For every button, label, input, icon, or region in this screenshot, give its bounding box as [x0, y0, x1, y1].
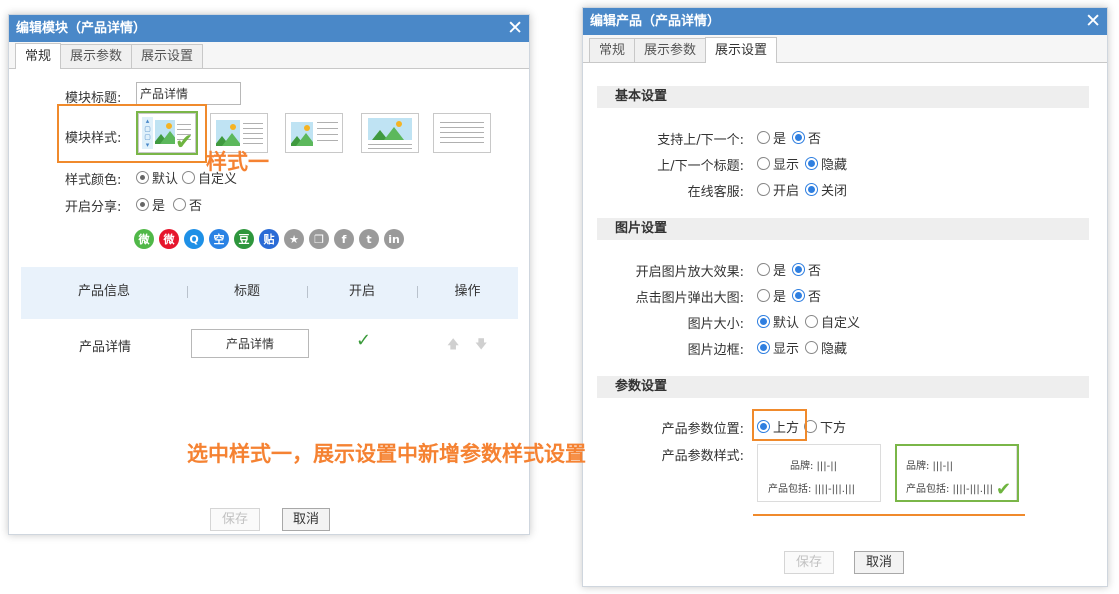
save-button[interactable]: 保存 [784, 551, 834, 574]
save-button[interactable]: 保存 [210, 508, 260, 531]
col-enabled: 开启 [348, 284, 375, 299]
tab-display-settings[interactable]: 展示设置 [705, 37, 778, 63]
cancel-button[interactable]: 取消 [854, 551, 904, 574]
tab-general[interactable]: 常规 [589, 38, 636, 62]
setting-radio[interactable]: 否 [792, 128, 821, 147]
right-dialog-title: 编辑产品（产品详情） [590, 14, 721, 29]
image-settings-section: 图片设置 [597, 218, 1089, 240]
position-annotation-box [752, 409, 807, 441]
setting-options: 开启 关闭 [757, 180, 853, 199]
setting-radio[interactable]: 是 [757, 286, 786, 305]
param-style-underline [753, 514, 1025, 516]
module-title-input[interactable] [136, 82, 241, 105]
setting-options: 是否 [757, 128, 827, 147]
main-annotation: 选中样式一，展示设置中新增参数样式设置 [187, 442, 586, 466]
style-annotation-box [57, 104, 207, 163]
linkedin-icon[interactable]: in [384, 229, 404, 249]
right-tabbar: 常规 展示参数 展示设置 [583, 35, 1107, 63]
left-dialog-titlebar: 编辑模块（产品详情） ✕ [9, 15, 529, 42]
enabled-check-icon[interactable]: ✓ [356, 330, 371, 351]
tab-display-params[interactable]: 展示参数 [634, 38, 707, 62]
setting-radio[interactable]: 隐藏 [805, 338, 847, 357]
param-position-bottom-radio[interactable]: 下方 [804, 417, 846, 436]
setting-label: 在线客服: [687, 185, 744, 200]
style-thumb-3[interactable] [285, 113, 343, 153]
setting-radio[interactable]: 默认 [757, 312, 799, 331]
star-icon[interactable]: ★ [284, 229, 304, 249]
tab-display-params[interactable]: 展示参数 [60, 44, 133, 68]
tab-general[interactable]: 常规 [15, 43, 62, 69]
param-position-label: 产品参数位置: [661, 422, 744, 437]
setting-options: 默认 自定义 [757, 312, 866, 331]
col-title: 标题 [233, 284, 260, 299]
setting-radio[interactable]: 否 [792, 260, 821, 279]
setting-radio[interactable]: 自定义 [805, 312, 860, 331]
setting-label: 开启图片放大效果: [635, 265, 744, 280]
qzone-icon[interactable]: 空 [209, 229, 229, 249]
selected-param-style-highlight [895, 444, 1019, 502]
setting-options: 显示 隐藏 [757, 338, 853, 357]
setting-options: 显示 隐藏 [757, 154, 853, 173]
left-tabbar: 常规 展示参数 展示设置 [9, 42, 529, 69]
setting-options: 是否 [757, 260, 827, 279]
setting-label: 点击图片弹出大图: [635, 291, 744, 306]
setting-options: 是否 [757, 286, 827, 305]
image-icon [291, 122, 313, 146]
param-style-label: 产品参数样式: [661, 449, 744, 464]
setting-label: 图片边框: [687, 343, 744, 358]
right-dialog-titlebar: 编辑产品（产品详情） ✕ [583, 8, 1107, 35]
left-dialog-title: 编辑模块（产品详情） [16, 21, 147, 36]
cancel-button[interactable]: 取消 [282, 508, 330, 531]
setting-radio[interactable]: 开启 [757, 180, 799, 199]
close-icon[interactable]: ✕ [507, 15, 523, 41]
setting-radio[interactable]: 否 [792, 286, 821, 305]
facebook-icon[interactable]: f [334, 229, 354, 249]
share-no-radio[interactable]: 否 [173, 195, 202, 214]
weibo-icon[interactable]: 微 [159, 229, 179, 249]
col-actions: 操作 [454, 284, 481, 299]
image-icon [216, 120, 240, 146]
setting-radio[interactable]: 关闭 [805, 180, 847, 199]
tab-display-settings[interactable]: 展示设置 [131, 44, 204, 68]
setting-radio[interactable]: 显示 [757, 338, 799, 357]
right-dialog: 编辑产品（产品详情） ✕ 常规 展示参数 展示设置 基本设置 支持上/下一个: 是… [582, 7, 1108, 587]
tieba-icon[interactable]: 贴 [259, 229, 279, 249]
setting-radio[interactable]: 是 [757, 260, 786, 279]
social-icons-row: 微微 Q 空豆贴 ★ ❐ f t in [134, 229, 409, 249]
style-thumb-5[interactable] [433, 113, 491, 153]
copy-icon[interactable]: ❐ [309, 229, 329, 249]
wechat-icon[interactable]: 微 [134, 229, 154, 249]
qq-icon[interactable]: Q [184, 229, 204, 249]
tumblr-icon[interactable]: t [359, 229, 379, 249]
style-color-default-radio[interactable]: 默认 [136, 168, 178, 187]
share-yes-radio[interactable]: 是 [136, 195, 165, 214]
douban-icon[interactable]: 豆 [234, 229, 254, 249]
row-title-input[interactable] [191, 329, 309, 358]
close-icon[interactable]: ✕ [1085, 8, 1101, 34]
share-label: 开启分享: [65, 200, 122, 215]
move-up-icon[interactable]: 🡅 [447, 335, 459, 356]
col-product-info: 产品信息 [77, 284, 130, 299]
style-color-label: 样式颜色: [65, 173, 122, 188]
style-thumb-4[interactable] [361, 113, 419, 153]
table-header: 产品信息 标题 开启 操作 [21, 267, 518, 319]
param-style-option-1[interactable]: 品牌: |||-|| 产品包括: ||||-|||.||| [757, 444, 881, 502]
image-icon [368, 118, 412, 140]
setting-label: 图片大小: [687, 317, 744, 332]
style-one-annotation: 样式一 [206, 150, 269, 174]
setting-radio[interactable]: 显示 [757, 154, 799, 173]
setting-label: 上/下一个标题: [657, 159, 744, 174]
move-down-icon[interactable]: 🡇 [475, 335, 487, 356]
row-product-name: 产品详情 [79, 340, 132, 355]
setting-label: 支持上/下一个: [657, 133, 744, 148]
param-settings-section: 参数设置 [597, 376, 1089, 398]
share-options: 是 否 [136, 195, 206, 214]
basic-settings-section: 基本设置 [597, 86, 1089, 108]
setting-radio[interactable]: 隐藏 [805, 154, 847, 173]
setting-radio[interactable]: 是 [757, 128, 786, 147]
